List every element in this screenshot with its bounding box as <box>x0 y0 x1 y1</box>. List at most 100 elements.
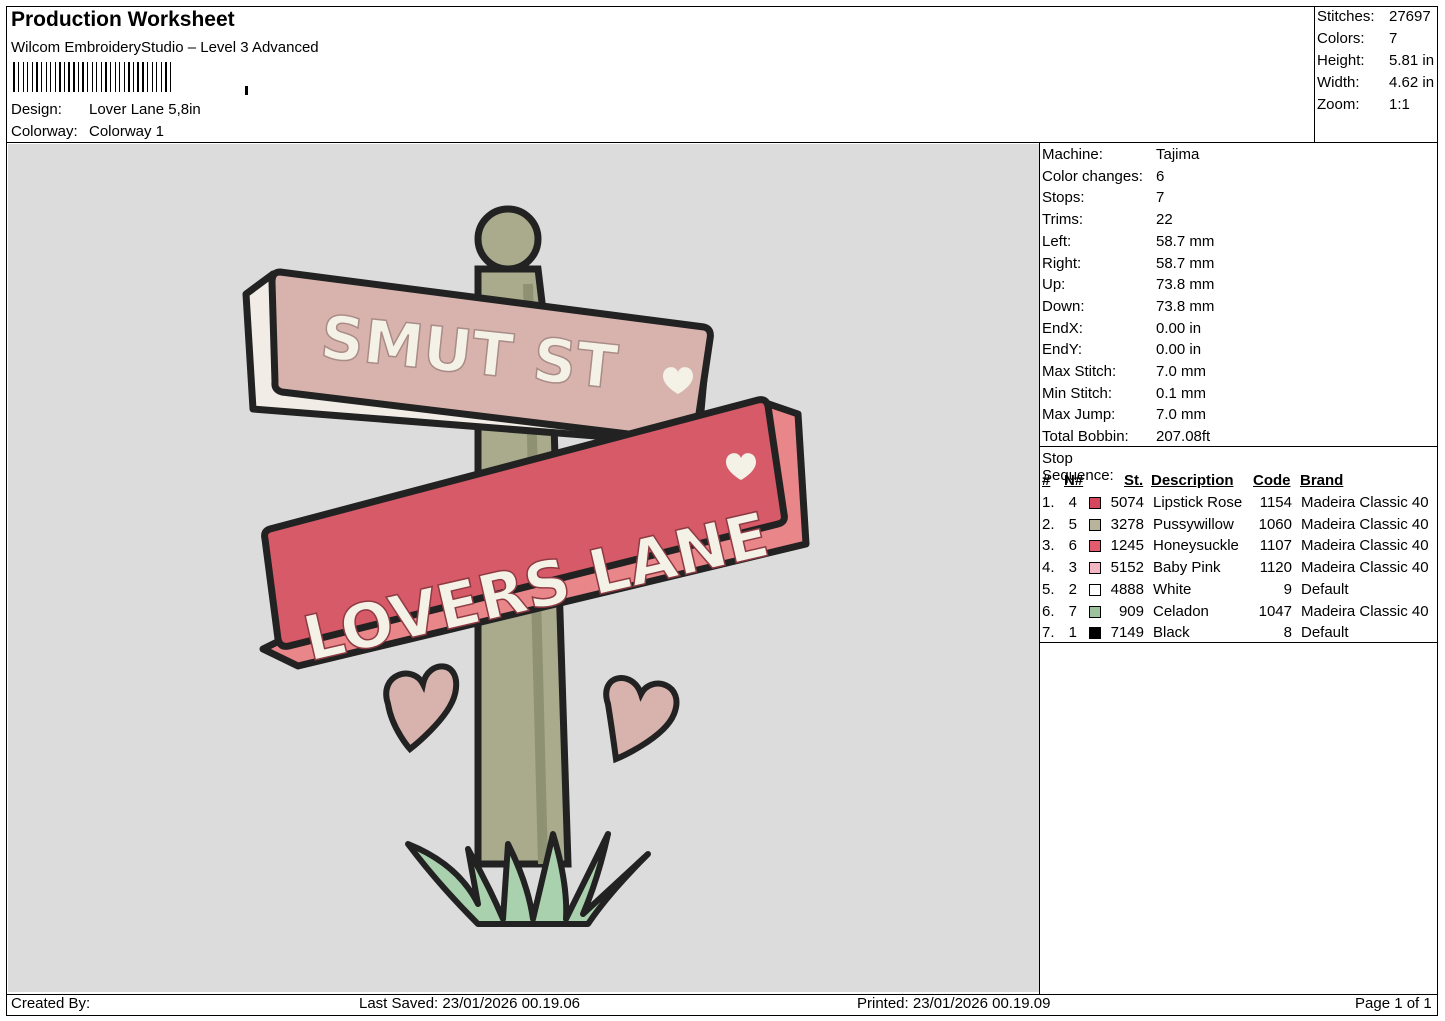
total-bobbin-value: 207.08ft <box>1156 428 1211 446</box>
page-title: Production Worksheet <box>11 8 235 31</box>
color-swatch <box>1089 562 1101 575</box>
thread-code: 1154 <box>1259 494 1292 511</box>
endx-label: EndX: <box>1042 319 1083 337</box>
stitch-count: 5152 <box>1110 559 1144 577</box>
stop-number: 6. <box>1042 602 1055 620</box>
stop-row: 5. 2 4888 White 9 Default <box>1042 581 1442 602</box>
endy-value: 0.00 in <box>1156 341 1202 359</box>
needle-number: 6 <box>1068 537 1077 555</box>
thread-description: Pussywillow <box>1153 515 1234 533</box>
trims-label: Trims: <box>1042 211 1084 229</box>
summary-divider <box>1314 7 1315 142</box>
colorway-value: Colorway 1 <box>89 123 165 140</box>
thread-description: Baby Pink <box>1153 559 1221 577</box>
right-value: 58.7 mm <box>1156 254 1215 272</box>
thread-code: 1047 <box>1258 602 1292 620</box>
zoom-label: Zoom: <box>1317 96 1360 113</box>
stop-number: 1. <box>1042 494 1055 511</box>
stop-number: 2. <box>1042 515 1055 533</box>
needle-number: 4 <box>1068 494 1077 511</box>
left-label: Left: <box>1042 232 1072 250</box>
thread-code: 8 <box>1283 624 1292 642</box>
thread-brand: Default <box>1301 580 1349 598</box>
thread-description: Honeysuckle <box>1153 537 1239 555</box>
endy-label: EndY: <box>1042 341 1083 359</box>
thread-code: 9 <box>1283 580 1292 598</box>
needle-number: 2 <box>1068 580 1077 598</box>
stitch-count: 909 <box>1118 602 1144 620</box>
last-saved: Last Saved: 23/01/2026 00.19.06 <box>359 995 581 1012</box>
col-code: Code <box>1253 472 1291 489</box>
zoom-value: 1:1 <box>1389 96 1410 113</box>
max-stitch-label: Max Stitch: <box>1042 363 1117 380</box>
color-swatch <box>1089 540 1101 553</box>
color-swatch <box>1089 605 1101 618</box>
stop-number: 7. <box>1042 624 1055 642</box>
thread-brand: Madeira Classic 40 <box>1301 559 1429 577</box>
height-label: Height: <box>1317 52 1365 69</box>
design-label: Design: <box>11 101 62 118</box>
stops-label: Stops: <box>1042 189 1085 207</box>
stop-row: 1. 4 5074 Lipstick Rose 1154 Madeira Classic … <box>1042 494 1442 515</box>
stop-number: 5. <box>1042 580 1055 598</box>
endx-value: 0.00 in <box>1156 319 1202 337</box>
colors-label: Colors: <box>1317 30 1365 47</box>
created-by: Created By: <box>11 995 91 1012</box>
total-bobbin-label: Total Bobbin: <box>1042 428 1129 446</box>
props-divider <box>1039 446 1437 447</box>
stop-row: 3. 6 1245 Honeysuckle 1107 Madeira Classic 40 <box>1042 537 1442 558</box>
stitch-count: 1245 <box>1110 537 1144 555</box>
stop-row: 4. 3 5152 Baby Pink 1120 Madeira Classic 40 <box>1042 559 1442 580</box>
stop-number: 4. <box>1042 559 1055 577</box>
thread-brand: Madeira Classic 40 <box>1301 515 1429 533</box>
down-label: Down: <box>1042 297 1085 315</box>
stop-number: 3. <box>1042 537 1055 555</box>
sign-top: SMUT ST <box>242 268 714 448</box>
color-swatch <box>1089 518 1101 531</box>
needle-number: 3 <box>1068 559 1077 577</box>
footer-divider <box>7 994 1437 995</box>
heart-icon <box>383 663 460 754</box>
thread-brand: Madeira Classic 40 <box>1301 602 1429 620</box>
colors-value: 7 <box>1389 30 1398 47</box>
stop-row: 6. 7 909 Celadon 1047 Madeira Classic 40 <box>1042 603 1442 624</box>
embroidery-artwork: SMUT ST LOVERS LANE <box>242 205 810 927</box>
needle-number: 1 <box>1068 624 1077 642</box>
height-value: 5.81 in <box>1389 52 1435 69</box>
col-description: Description <box>1151 472 1234 489</box>
min-stitch-value: 0.1 mm <box>1156 384 1207 402</box>
needle-number: 5 <box>1068 515 1077 533</box>
stops-value: 7 <box>1156 189 1165 207</box>
width-label: Width: <box>1317 74 1360 91</box>
max-stitch-value: 7.0 mm <box>1156 363 1207 380</box>
preview-divider <box>1039 142 1040 994</box>
col-stitches: St. <box>1124 472 1144 489</box>
machine-value: Tajima <box>1156 146 1200 163</box>
page-number: Page 1 of 1 <box>1355 995 1432 1012</box>
stitch-count: 3278 <box>1110 515 1144 533</box>
thread-description: Black <box>1153 624 1190 642</box>
max-jump-label: Max Jump: <box>1042 406 1116 424</box>
stitch-count: 4888 <box>1110 580 1144 598</box>
stitch-count: 5074 <box>1110 494 1144 511</box>
color-swatch <box>1089 497 1101 509</box>
color-swatch <box>1089 583 1101 596</box>
machine-label: Machine: <box>1042 146 1103 163</box>
stop-row: 2. 5 3278 Pussywillow 1060 Madeira Classic 40 <box>1042 516 1442 537</box>
heart-icon <box>603 675 680 764</box>
max-jump-value: 7.0 mm <box>1156 406 1207 424</box>
width-value: 4.62 in <box>1389 74 1435 91</box>
color-changes-value: 6 <box>1156 167 1165 185</box>
right-label: Right: <box>1042 254 1082 272</box>
down-value: 73.8 mm <box>1156 297 1215 315</box>
col-needle: N# <box>1064 472 1084 489</box>
stop-row: 7. 1 7149 Black 8 Default <box>1042 624 1442 645</box>
barcode <box>13 62 248 95</box>
up-label: Up: <box>1042 276 1066 294</box>
thread-description: Lipstick Rose <box>1153 494 1243 511</box>
thread-brand: Default <box>1301 624 1349 642</box>
software-name: Wilcom EmbroideryStudio – Level 3 Advanc… <box>11 39 319 56</box>
color-changes-label: Color changes: <box>1042 167 1143 185</box>
left-value: 58.7 mm <box>1156 232 1215 250</box>
design-preview: SMUT ST LOVERS LANE <box>8 144 1039 992</box>
